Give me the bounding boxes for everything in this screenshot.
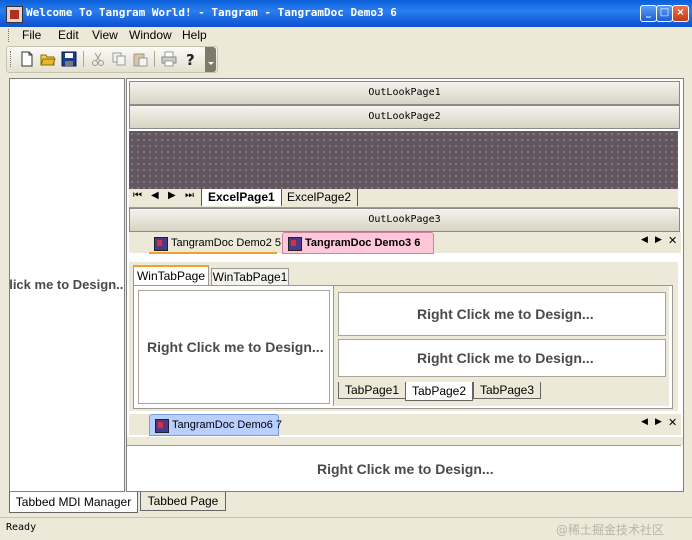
design-cell-left-label: Right Click me to Design... (147, 339, 324, 355)
tab-scroll-left-icon[interactable]: ◀ (641, 417, 648, 427)
excel-tab-strip: ⏮ ◀ ▶ ⏭ ExcelPage1 ExcelPage2 (129, 189, 678, 208)
mdi-tab-strip-top: TangramDoc Demo2 5 TangramDoc Demo3 6 ◀ … (129, 232, 681, 254)
design-cell-right-bottom-label: Right Click me to Design... (417, 350, 594, 366)
design-cell-right-top[interactable]: Right Click me to Design... (338, 292, 666, 336)
toolbar-separator (154, 51, 155, 67)
right-workspace: OutLookPage1 OutLookPage2 ⏮ ◀ ▶ ⏭ ExcelP… (126, 78, 684, 492)
left-design-pane[interactable]: Right Click me to Design... (9, 78, 125, 492)
outlook-page3-bar[interactable]: OutLookPage3 (129, 208, 680, 232)
menu-edit[interactable]: Edit (58, 28, 79, 42)
menu-help[interactable]: Help (182, 28, 207, 42)
outlook-page1-bar[interactable]: OutLookPage1 (129, 81, 680, 105)
status-bar: Ready @稀土掘金技术社区 (0, 517, 692, 540)
svg-text:?: ? (186, 51, 195, 67)
excel-nav-first[interactable]: ⏮ (133, 190, 142, 201)
left-pane-label: Right Click me to Design... (9, 277, 125, 292)
tab-tabbed-page[interactable]: Tabbed Page (140, 492, 226, 511)
watermark-text: @稀土掘金技术社区 (556, 523, 665, 537)
menubar-grip[interactable] (8, 29, 11, 42)
win-tab-page1[interactable]: WinTabPage1 (211, 268, 289, 286)
menu-window[interactable]: Window (129, 28, 172, 42)
tab-tabbed-mdi-manager[interactable]: Tabbed MDI Manager (9, 492, 138, 513)
design-cell-left[interactable]: Right Click me to Design... (138, 290, 330, 404)
tabpage-container: Right Click me to Design... Right Click … (333, 286, 669, 406)
save-icon[interactable] (61, 51, 77, 67)
excel-nav-last[interactable]: ⏭ (185, 190, 194, 201)
mdi-tab-demo6-label: TangramDoc Demo6 7 (172, 419, 283, 431)
menu-file[interactable]: File (22, 28, 41, 42)
paste-icon[interactable] (132, 51, 148, 67)
excel-tab-page1[interactable]: ExcelPage1 (201, 189, 282, 206)
mdi-tab-demo2-label: TangramDoc Demo2 5 (171, 237, 282, 249)
status-text: Ready (6, 522, 37, 533)
app-icon[interactable] (6, 6, 23, 23)
excel-grid-area[interactable] (129, 131, 678, 189)
new-file-icon[interactable] (19, 51, 35, 67)
win-tab-container: WinTabPage WinTabPage1 Right Click me to… (129, 262, 678, 411)
excel-nav-next[interactable]: ▶ (168, 190, 176, 201)
excel-nav-prev[interactable]: ◀ (151, 190, 159, 201)
print-icon[interactable] (161, 51, 177, 67)
mdi-tab-demo6[interactable]: TangramDoc Demo6 7 (149, 414, 283, 436)
window-title: Welcome To Tangram World! - Tangram - Ta… (26, 6, 397, 19)
open-folder-icon[interactable] (40, 51, 56, 67)
win-tab-page[interactable]: WinTabPage (133, 265, 209, 286)
toolbar-separator (83, 51, 84, 67)
toolbar-grip[interactable] (10, 51, 13, 67)
standard-toolbar: ? (6, 46, 218, 73)
help-icon[interactable]: ? (183, 51, 199, 67)
tab-close-icon[interactable]: ✕ (668, 234, 677, 247)
tab-scroll-right-icon[interactable]: ▶ (655, 417, 662, 427)
tabpage3-tab[interactable]: TabPage3 (473, 382, 541, 399)
outlook-page2-bar[interactable]: OutLookPage2 (129, 105, 680, 129)
bottom-design-pane[interactable]: Right Click me to Design... (127, 445, 681, 491)
win-tab-body: Right Click me to Design... Right Click … (133, 285, 673, 409)
copy-icon[interactable] (111, 51, 127, 67)
splitter-bar[interactable] (127, 437, 683, 445)
bottom-tab-strip: Tabbed MDI Manager Tabbed Page (0, 492, 692, 516)
mdi-tab-demo3[interactable]: TangramDoc Demo3 6 (282, 232, 434, 254)
mdi-tab-demo2[interactable]: TangramDoc Demo2 5 (149, 233, 281, 254)
tabpage1-tab[interactable]: TabPage1 (338, 382, 406, 399)
document-icon (154, 237, 168, 251)
maximize-button[interactable]: □ (656, 5, 673, 22)
bottom-design-pane-label: Right Click me to Design... (317, 461, 494, 477)
toolbar-overflow-button[interactable] (205, 47, 216, 72)
document-icon (155, 419, 169, 433)
cut-icon[interactable] (90, 51, 106, 67)
tab-close-icon[interactable]: ✕ (668, 416, 677, 429)
tabpage2-tab[interactable]: TabPage2 (405, 382, 473, 401)
mdi-tab-demo3-label: TangramDoc Demo3 6 (305, 237, 421, 249)
menu-view[interactable]: View (92, 28, 118, 42)
minimize-button[interactable]: _ (640, 5, 657, 22)
document-icon (288, 237, 302, 251)
tab-scroll-right-icon[interactable]: ▶ (655, 235, 662, 245)
menu-bar: File Edit View Window Help (4, 27, 688, 45)
excel-tab-page2[interactable]: ExcelPage2 (281, 189, 359, 206)
design-cell-right-bottom[interactable]: Right Click me to Design... (338, 339, 666, 377)
design-cell-right-top-label: Right Click me to Design... (417, 306, 594, 322)
tab-scroll-left-icon[interactable]: ◀ (641, 235, 648, 245)
title-bar[interactable]: Welcome To Tangram World! - Tangram - Ta… (0, 0, 692, 27)
close-button[interactable]: × (672, 5, 689, 22)
mdi-tab-strip-bottom: TangramDoc Demo6 7 ◀ ▶ ✕ (129, 414, 681, 436)
